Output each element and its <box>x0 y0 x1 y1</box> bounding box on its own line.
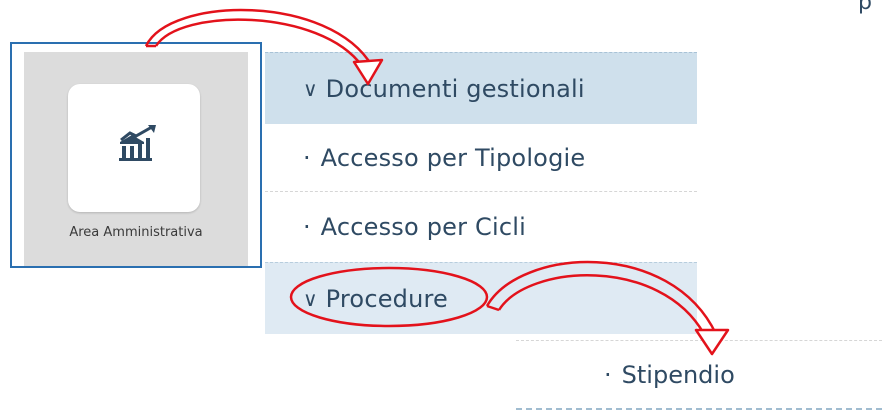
tile-label: Area Amministrativa <box>69 225 203 240</box>
partial-top-text: p <box>858 0 872 15</box>
bullet-icon: · <box>303 143 311 172</box>
chevron-down-icon: ∨ <box>303 286 318 311</box>
menu-item-label: Procedure <box>325 284 449 313</box>
bank-chart-icon <box>119 125 156 161</box>
menu-item-label: Accesso per Tipologie <box>320 143 586 172</box>
menu-item-label: Stipendio <box>621 360 735 389</box>
menu-item-documenti-gestionali[interactable]: ∨ Documenti gestionali <box>265 52 697 124</box>
bullet-icon: · <box>604 360 612 389</box>
menu-item-accesso-tipologie[interactable]: · Accesso per Tipologie <box>265 124 697 192</box>
menu-item-procedure[interactable]: ∨ Procedure <box>265 262 697 334</box>
menu-item-label: Accesso per Cicli <box>320 213 526 241</box>
menu-item-stipendio[interactable]: · Stipendio <box>516 340 882 410</box>
chevron-down-icon: ∨ <box>303 76 318 101</box>
menu-item-accesso-cicli[interactable]: · Accesso per Cicli <box>265 192 697 262</box>
bullet-icon: · <box>303 213 311 241</box>
menu-item-label: Documenti gestionali <box>325 74 585 103</box>
